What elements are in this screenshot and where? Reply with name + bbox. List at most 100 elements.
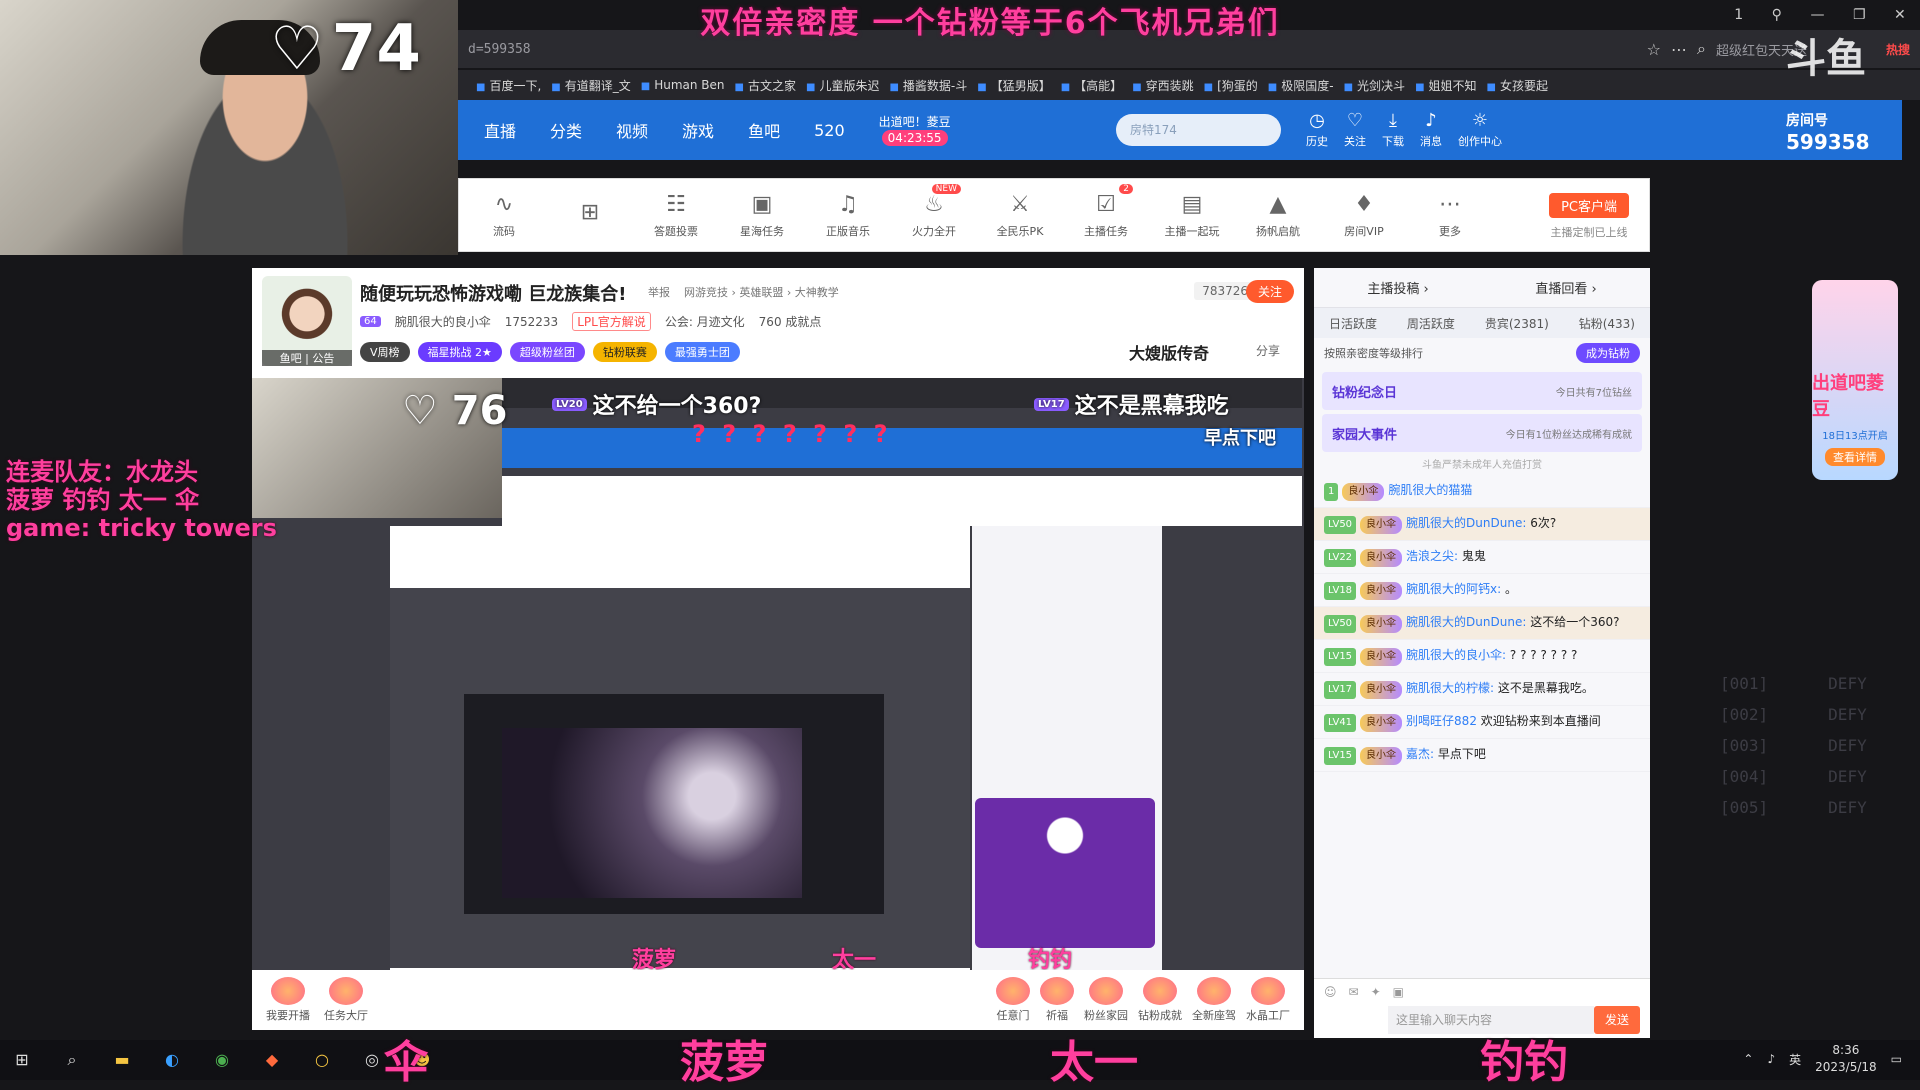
- clock[interactable]: 8:36 2023/5/18: [1815, 1042, 1877, 1076]
- nav-item-category[interactable]: 分类: [550, 118, 582, 142]
- chat-username[interactable]: 别喝旺仔882: [1406, 714, 1477, 728]
- edge-icon[interactable]: ◐: [160, 1048, 184, 1072]
- toolbar-item[interactable]: ☷ 答题投票: [641, 192, 711, 239]
- portal-button[interactable]: 任意门: [996, 977, 1030, 1023]
- guild-label[interactable]: 公会: 月迹文化: [665, 313, 745, 330]
- fan-badge[interactable]: 良小伞: [1342, 483, 1385, 501]
- toolbar-item[interactable]: ♦ 房间VIP: [1329, 192, 1399, 239]
- gift-icon[interactable]: ✦: [1371, 985, 1381, 999]
- follow-list-button[interactable]: ♡ 关注: [1344, 110, 1366, 149]
- send-button[interactable]: 发送: [1594, 1006, 1640, 1034]
- search-icon[interactable]: ⌕: [60, 1048, 84, 1072]
- badge-warrior-team[interactable]: 最强勇士团: [664, 342, 740, 362]
- pray-button[interactable]: 祈福: [1040, 977, 1074, 1023]
- follow-button[interactable]: 关注: [1245, 280, 1294, 303]
- badge-fan-club[interactable]: 超级粉丝团: [509, 342, 585, 362]
- fan-home-button[interactable]: 粉丝家园: [1084, 977, 1128, 1023]
- chat-username[interactable]: 腕肌很大的DunDune:: [1406, 615, 1526, 629]
- toolbar-item[interactable]: ♨ 火力全开 NEW: [899, 183, 969, 239]
- nav-item-live[interactable]: 直播: [484, 118, 516, 142]
- bookmark-item[interactable]: 播酱数据-斗: [889, 77, 967, 94]
- badge-weekly-rank[interactable]: V周榜: [360, 342, 410, 362]
- megaphone-icon[interactable]: ✉: [1349, 985, 1359, 999]
- bookmark-item[interactable]: 儿童版朱迟: [806, 77, 879, 94]
- fan-badge[interactable]: 良小伞: [1360, 615, 1403, 633]
- bookmark-item[interactable]: 有道翻译_文: [551, 77, 631, 94]
- start-icon[interactable]: ⊞: [10, 1048, 34, 1072]
- streamer-posts-link[interactable]: 主播投稿 ›: [1367, 278, 1428, 297]
- pc-client-button[interactable]: PC客户端: [1549, 193, 1629, 218]
- toolbar-item[interactable]: ♫ 正版音乐: [813, 192, 883, 239]
- fan-badge[interactable]: 良小伞: [1360, 582, 1403, 600]
- fan-badge[interactable]: 良小伞: [1360, 549, 1403, 567]
- chat-username[interactable]: 腕肌很大的良小伞:: [1406, 648, 1506, 662]
- star-icon[interactable]: ☆: [1647, 40, 1661, 59]
- nav-item-yuba[interactable]: 鱼吧: [748, 118, 780, 142]
- chrome-icon[interactable]: ◉: [210, 1048, 234, 1072]
- home-event-banner[interactable]: 家园大事件 今日有1位粉丝达成稀有成就: [1322, 414, 1642, 452]
- window-control-2[interactable]: ⚲: [1772, 7, 1782, 23]
- game-logo[interactable]: 大嫂版传奇: [1129, 340, 1209, 364]
- creator-center-button[interactable]: ☼ 创作中心: [1458, 110, 1502, 149]
- live-event-timer[interactable]: 出道吧！菱豆 04:23:55: [879, 114, 951, 146]
- danmu-style-icon[interactable]: ▣: [1393, 985, 1404, 999]
- tab-daily-activity[interactable]: 日活跃度: [1329, 315, 1377, 332]
- toolbar-item[interactable]: ⚔ 全民乐PK: [985, 192, 1055, 239]
- bookmark-item[interactable]: 穿西装跳: [1132, 77, 1194, 94]
- chat-username[interactable]: 嘉杰:: [1406, 747, 1434, 761]
- category-breadcrumb[interactable]: 网游竞技 › 英雄联盟 › 大神教学: [684, 284, 839, 300]
- nav-item-520[interactable]: 520: [814, 121, 845, 140]
- volume-icon[interactable]: ♪: [1767, 1052, 1775, 1066]
- window-control-1[interactable]: 1: [1734, 7, 1743, 23]
- download-button[interactable]: ⤓ 下载: [1382, 110, 1404, 149]
- diamond-achievement-button[interactable]: 钻粉成就: [1138, 977, 1182, 1023]
- start-stream-button[interactable]: 我要开播: [266, 977, 310, 1023]
- notification-icon[interactable]: ▭: [1891, 1052, 1902, 1066]
- toolbar-item[interactable]: ▲ 扬帆启航: [1243, 192, 1313, 239]
- toolbar-item[interactable]: ☑ 主播任务 2: [1071, 183, 1141, 239]
- fan-badge[interactable]: 良小伞: [1360, 681, 1403, 699]
- event-promo-card[interactable]: 出道吧菱豆 18日13点开启 查看详情: [1812, 280, 1898, 480]
- fan-badge[interactable]: 良小伞: [1360, 714, 1403, 732]
- messages-button[interactable]: ♪ 消息: [1420, 110, 1442, 149]
- folder-icon[interactable]: ▬: [110, 1048, 134, 1072]
- task-hall-button[interactable]: 任务大厅: [324, 977, 368, 1023]
- bookmark-item[interactable]: 光剑决斗: [1344, 77, 1405, 94]
- bookmark-item[interactable]: [狗蛋的: [1204, 77, 1258, 94]
- streamer-name[interactable]: 腕肌很大的良小伞: [395, 313, 491, 330]
- bookmark-item[interactable]: 姐姐不知: [1415, 77, 1477, 94]
- maximize-button[interactable]: ❐: [1853, 7, 1866, 23]
- replay-link[interactable]: 直播回看 ›: [1535, 278, 1596, 297]
- fan-badge[interactable]: 良小伞: [1360, 747, 1403, 765]
- history-button[interactable]: ◷ 历史: [1306, 110, 1328, 149]
- toolbar-item[interactable]: ⊞: [555, 200, 625, 231]
- bookmark-item[interactable]: 【高能】: [1061, 77, 1122, 94]
- crystal-factory-button[interactable]: 水晶工厂: [1246, 977, 1290, 1023]
- fan-badge[interactable]: 良小伞: [1360, 648, 1403, 666]
- diamond-anniversary-banner[interactable]: 钻粉纪念日 今日共有7位钻丝: [1322, 372, 1642, 410]
- toolbar-item[interactable]: ▣ 星海任务: [727, 192, 797, 239]
- chat-username[interactable]: 腕肌很大的柠檬:: [1406, 681, 1494, 695]
- emoji-icon[interactable]: ☺: [1324, 985, 1337, 999]
- chat-username[interactable]: 腕肌很大的阿钙x:: [1406, 582, 1501, 596]
- circle-icon[interactable]: ○: [310, 1048, 334, 1072]
- bookmark-item[interactable]: 女孩要起: [1487, 77, 1548, 94]
- bookmark-item[interactable]: 极限国度-: [1268, 77, 1333, 94]
- nav-item-video[interactable]: 视频: [616, 118, 648, 142]
- nav-item-game[interactable]: 游戏: [682, 118, 714, 142]
- toolbar-item[interactable]: ∿ 流码: [469, 192, 539, 239]
- chat-username[interactable]: 腕肌很大的DunDune:: [1406, 516, 1526, 530]
- become-diamond-button[interactable]: 成为钻粉: [1576, 343, 1640, 363]
- bookmark-item[interactable]: Human Ben: [641, 78, 724, 92]
- bookmark-item[interactable]: 百度一下,: [476, 77, 541, 94]
- more-icon[interactable]: ⋯: [1671, 40, 1687, 59]
- close-button[interactable]: ✕: [1894, 7, 1906, 23]
- fan-badge[interactable]: 良小伞: [1360, 516, 1403, 534]
- badge-diamond-league[interactable]: 钻粉联赛: [592, 342, 657, 362]
- toolbar-item[interactable]: ▤ 主播一起玩: [1157, 192, 1227, 239]
- avatar-caption[interactable]: 鱼吧 | 公告: [262, 350, 352, 366]
- video-player[interactable]: ♡ 76 LV20 这不给一个360? LV17 这不是黑幕我吃 早点下吧 ? ? …: [252, 378, 1304, 970]
- chat-username[interactable]: 浩浪之尖:: [1406, 549, 1458, 563]
- badge-lucky-star[interactable]: 福星挑战 2★: [417, 342, 502, 362]
- tab-vip[interactable]: 贵宾(2381): [1485, 315, 1549, 332]
